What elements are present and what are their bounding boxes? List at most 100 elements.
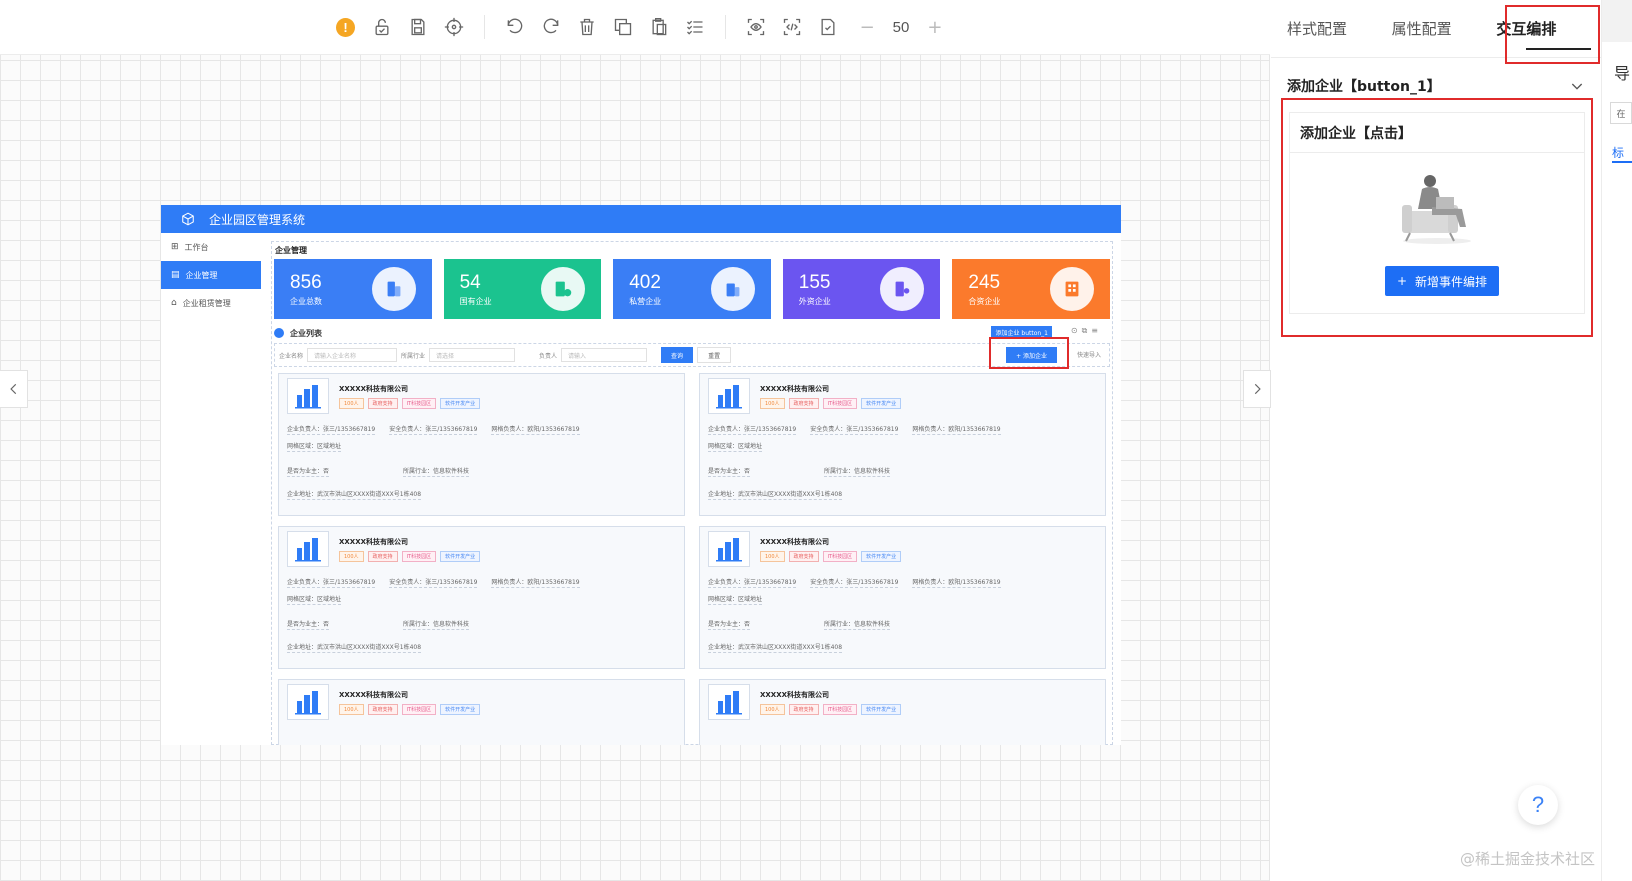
company-contacts: 企业负责人：张三/1353667819 安全负责人：张三/1353667819 网格… <box>287 424 676 435</box>
app-preview[interactable]: 企业园区管理系统 ⊞ 工作台 ▤ 企业管理 ⌂ 企业租赁管理 企业管理 856 企业总数… <box>161 205 1121 745</box>
lock-icon <box>375 18 389 36</box>
active-tab-indicator <box>1526 48 1591 50</box>
lock-button[interactable] <box>364 9 400 45</box>
stat-value: 856 <box>290 271 322 293</box>
tag: 软件开发产业 <box>440 398 481 409</box>
tab-style[interactable]: 样式配置 <box>1287 18 1392 39</box>
selected-component-chip[interactable]: 添加企业 button_1 <box>991 326 1052 339</box>
company-card-grid: XXXXX科技有限公司 100人 政府支持 IT科技园区 软件开发产业 企业负责… <box>272 367 1112 745</box>
tab-props[interactable]: 属性配置 <box>1392 18 1497 39</box>
quick-import-button[interactable]: 快速导入 <box>1077 350 1101 359</box>
company-card[interactable]: XXXXX科技有限公司 100人 政府支持 IT科技园区 软件开发产业 企业负责… <box>699 373 1106 516</box>
copy-icon[interactable]: ⧉ <box>1082 326 1088 336</box>
company-address: 企业地址：武汉市洪山区XXXX街道XXX号1栋408 <box>708 489 1097 500</box>
tag: IT科技园区 <box>822 551 858 562</box>
owner-input[interactable]: 请输入 <box>561 348 648 362</box>
design-canvas[interactable]: ! − 50 + 企业园区管理系统 ⊞ 工作台 ▤ 企业管理 ⌂ 企业租赁管理 … <box>0 0 1271 881</box>
outline-input[interactable]: 在 <box>1610 102 1632 124</box>
component-selector[interactable]: 添加企业【button_1】 <box>1271 66 1601 106</box>
sidebar-item-enterprise[interactable]: ▤ 企业管理 <box>161 261 261 289</box>
stat-value: 402 <box>629 271 661 293</box>
field-value: 所属行业：信息软件科技 <box>824 621 891 630</box>
stat-label: 私营企业 <box>629 296 662 306</box>
grid-building-icon <box>1049 267 1094 311</box>
tag: 政府支持 <box>788 551 819 562</box>
query-button[interactable]: 查询 <box>661 347 694 363</box>
company-card[interactable]: XXXXX科技有限公司 100人 政府支持 IT科技园区 软件开发产业 <box>699 679 1106 745</box>
stat-card-state[interactable]: 54 国有企业 <box>443 259 602 319</box>
editor-toolbar: ! − 50 + <box>0 0 1270 55</box>
zoom-value: 50 <box>892 18 910 36</box>
company-name: XXXXX科技有限公司 <box>760 538 829 546</box>
add-event-button[interactable]: + 新增事件编排 <box>1385 266 1499 296</box>
tag: 政府支持 <box>788 704 819 715</box>
save-button[interactable] <box>400 9 436 45</box>
toolbar-divider <box>483 15 485 39</box>
tag: 100人 <box>339 398 364 409</box>
company-name-input[interactable]: 请输入企业名称 <box>307 348 398 362</box>
sidebar-item-workbench[interactable]: ⊞ 工作台 <box>161 233 261 261</box>
company-card[interactable]: XXXXX科技有限公司 100人 政府支持 IT科技园区 软件开发产业 企业负责… <box>278 373 685 516</box>
company-building-icon <box>287 684 329 720</box>
redo-button[interactable] <box>533 9 569 45</box>
tag: 政府支持 <box>367 551 398 562</box>
company-building-icon <box>708 531 750 567</box>
preview-button[interactable] <box>738 9 774 45</box>
menu-icon[interactable]: ≡ <box>1091 326 1098 336</box>
copy-button[interactable] <box>605 9 641 45</box>
field-value: 企业负责人：张三/1353667819 <box>708 426 797 435</box>
undo-button[interactable] <box>497 9 533 45</box>
stat-value: 54 <box>459 271 481 293</box>
industry-select[interactable]: 请选择 <box>429 348 516 362</box>
publish-button[interactable] <box>810 9 846 45</box>
building-user-icon <box>880 267 925 311</box>
stat-value: 245 <box>968 271 1001 293</box>
company-card[interactable]: XXXXX科技有限公司 100人 政府支持 IT科技园区 软件开发产业 企业负责… <box>278 526 685 669</box>
field-value: 所属行业：信息软件科技 <box>403 621 470 630</box>
sidebar-item-lease[interactable]: ⌂ 企业租赁管理 <box>161 289 261 317</box>
tag: 软件开发产业 <box>440 551 481 562</box>
tag: 软件开发产业 <box>861 551 902 562</box>
company-tags: 100人 政府支持 IT科技园区 软件开发产业 <box>339 551 481 562</box>
field-value: 企业地址：武汉市洪山区XXXX街道XXX号1栋408 <box>287 491 422 500</box>
help-button[interactable]: ? <box>1518 785 1558 825</box>
tag: 100人 <box>760 551 785 562</box>
company-card[interactable]: XXXXX科技有限公司 100人 政府支持 IT科技园区 软件开发产业 <box>278 679 685 745</box>
tag: IT科技园区 <box>822 704 858 715</box>
filter-label: 负责人 <box>539 352 558 360</box>
stat-card-total[interactable]: 856 企业总数 <box>274 259 432 319</box>
layers-button[interactable] <box>677 9 713 45</box>
zoom-in-button[interactable]: + <box>927 17 942 38</box>
field-value: 企业地址：武汉市洪山区XXXX街道XXX号1栋408 <box>708 644 843 653</box>
copy-icon <box>614 18 631 36</box>
collapse-right-button[interactable] <box>1243 370 1271 408</box>
field-value: 企业负责人：张三/1353667819 <box>708 579 797 588</box>
paste-button[interactable] <box>641 9 677 45</box>
company-card[interactable]: XXXXX科技有限公司 100人 政府支持 IT科技园区 软件开发产业 企业负责… <box>699 526 1106 669</box>
field-value: 是否为业主：否 <box>287 621 330 630</box>
zoom-control: − 50 + <box>860 17 943 38</box>
delete-button[interactable] <box>569 9 605 45</box>
selected-component-label: 添加企业【button_1】 <box>1287 79 1441 95</box>
outline-tab[interactable]: 标 <box>1612 144 1632 163</box>
zoom-out-button[interactable]: − <box>860 17 875 38</box>
lock-icon[interactable]: ⊙ <box>1071 326 1078 336</box>
stat-card-joint[interactable]: 245 合资企业 <box>952 259 1110 319</box>
company-name: XXXXX科技有限公司 <box>339 538 408 546</box>
code-button[interactable] <box>774 9 810 45</box>
company-building-icon <box>287 531 329 567</box>
tab-interaction[interactable]: 交互编排 <box>1496 18 1601 39</box>
stat-card-private[interactable]: 402 私营企业 <box>613 259 771 319</box>
target-button[interactable] <box>436 9 472 45</box>
crosshair-icon <box>444 17 463 37</box>
field-value: 网格负责人：欧阳/1353667819 <box>491 579 580 588</box>
field-value: 所属行业：信息软件科技 <box>824 468 891 477</box>
reset-button[interactable]: 重置 <box>697 347 732 363</box>
add-company-button[interactable]: + 添加企业 <box>1006 347 1057 363</box>
building-icon <box>371 267 416 311</box>
warning-indicator[interactable]: ! <box>328 9 364 45</box>
stat-card-foreign[interactable]: 155 外资企业 <box>782 259 941 319</box>
company-name: XXXXX科技有限公司 <box>339 691 408 699</box>
app-main: 企业管理 856 企业总数 54 国有企业 402 私营企业 155 外资企业 … <box>271 241 1113 745</box>
collapse-left-button[interactable] <box>0 370 28 408</box>
